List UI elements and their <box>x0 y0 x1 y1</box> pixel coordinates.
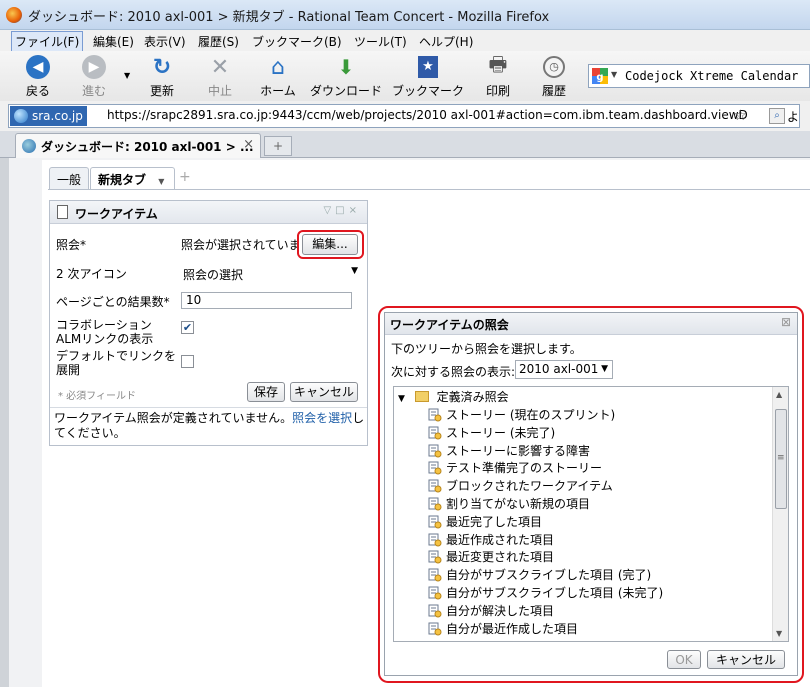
close-tab-icon[interactable]: × <box>243 137 254 152</box>
home-button[interactable]: ⌂ ホーム <box>256 54 300 99</box>
download-icon: ⬇ <box>337 55 355 79</box>
alm-links-checkbox[interactable]: ✔ <box>181 321 194 334</box>
stop-icon: ✕ <box>210 54 230 80</box>
stop-button[interactable]: ✕ 中止 <box>204 54 236 99</box>
cancel-button[interactable]: キャンセル <box>290 382 358 402</box>
highlight-ring-edit <box>297 230 364 259</box>
search-magnifier-icon[interactable]: ⌕ <box>769 108 785 124</box>
globe-icon <box>14 109 28 123</box>
tabs-divider <box>48 189 810 190</box>
svg-text:g: g <box>596 72 603 83</box>
chevron-down-icon: ▼ <box>351 266 358 276</box>
site-identity-button[interactable]: sra.co.jp <box>10 106 87 126</box>
url-input[interactable]: https://srapc2891.sra.co.jp:9443/ccm/web… <box>107 108 748 122</box>
reload-icon: ↻ <box>152 54 172 80</box>
add-tab-icon[interactable]: + <box>179 169 191 185</box>
menu-tools[interactable]: ツール(T) <box>351 32 410 51</box>
search-engine-box[interactable]: g ▼ Codejock Xtreme Calendar <box>588 64 810 88</box>
clipboard-icon <box>57 205 68 219</box>
window-title: ダッシュボード: 2010 axl-001 > 新規タブ - Rational … <box>28 10 550 25</box>
alm-links-label: コラボレーション ALMリンクの表示 <box>56 318 154 346</box>
google-icon: g <box>592 68 608 84</box>
tab-new-tab[interactable]: 新規タブ ▼ <box>90 167 175 189</box>
reload-button[interactable]: ↻ 更新 <box>146 54 178 99</box>
required-note: * 必須フィールド <box>58 391 136 402</box>
home-icon: ⌂ <box>271 54 285 80</box>
widget-divider <box>50 407 367 408</box>
address-bar[interactable]: sra.co.jp https://srapc2891.sra.co.jp:94… <box>8 104 800 128</box>
expand-links-label: デフォルトでリンクを展開 <box>56 349 177 377</box>
menu-edit[interactable]: 編集(E) <box>90 32 137 51</box>
tab-favicon-icon <box>22 139 36 153</box>
results-per-page-label: ページごとの結果数* <box>56 295 170 309</box>
menu-view[interactable]: 表示(V) <box>141 32 189 51</box>
secondary-icon-select[interactable]: 照会の選択 ▼ <box>178 264 362 284</box>
forward-dropdown-icon[interactable]: ▼ <box>124 71 130 80</box>
widget-title: ワークアイテム <box>75 207 158 221</box>
query-field: 照会が選択されていま <box>178 234 298 254</box>
tab-general[interactable]: 一般 <box>49 167 90 189</box>
bookmark-star-icon: ★ <box>418 56 438 78</box>
highlight-ring-dialog <box>378 306 804 683</box>
back-arrow-icon: ◀ <box>26 55 50 79</box>
widget-header: ワークアイテム ▽□× <box>50 201 367 224</box>
save-button[interactable]: 保存 <box>247 382 285 402</box>
clock-icon: ◷ <box>543 56 565 78</box>
secondary-icon-label: 2 次アイコン <box>56 267 127 281</box>
query-label: 照会* <box>56 238 87 252</box>
print-button[interactable]: 🖶 印刷 <box>482 52 514 99</box>
bookmarks-button[interactable]: ★ ブックマーク <box>390 54 466 99</box>
menu-history[interactable]: 履歴(S) <box>195 32 242 51</box>
forward-arrow-icon: ▶ <box>82 55 106 79</box>
empty-query-message: ワークアイテム照会が定義されていません。照会を選択してください。 <box>54 411 365 440</box>
search-input[interactable]: Codejock Xtreme Calendar <box>625 69 798 83</box>
search-engine-dropdown-icon[interactable]: ▼ <box>611 70 617 79</box>
tab-menu-icon[interactable]: ▼ <box>158 177 164 186</box>
menu-file[interactable]: ファイル(F) <box>11 31 84 52</box>
window-titlebar: ダッシュボード: 2010 axl-001 > 新規タブ - Rational … <box>0 0 810 30</box>
bookmark-star-outline-icon[interactable]: ☆ <box>734 106 747 124</box>
tab-new-tab-label: 新規タブ <box>98 173 147 187</box>
browser-tab-label: ダッシュボード: 2010 axl-001 > ... <box>41 140 254 154</box>
results-per-page-input[interactable]: 10 <box>181 292 352 309</box>
printer-icon: 🖶 <box>488 52 508 76</box>
menu-help[interactable]: ヘルプ(H) <box>416 32 476 51</box>
expand-links-checkbox[interactable] <box>181 355 194 368</box>
firefox-icon <box>6 7 22 23</box>
browser-tab-dashboard[interactable]: ダッシュボード: 2010 axl-001 > ... × <box>15 133 261 158</box>
back-button[interactable]: ◀ 戻る <box>22 54 54 99</box>
history-button[interactable]: ◷ 履歴 <box>538 54 570 99</box>
select-query-link[interactable]: 照会を選択 <box>292 411 352 425</box>
overflow-text: よ <box>786 110 799 124</box>
downloads-button[interactable]: ⬇ ダウンロード <box>308 54 384 99</box>
new-tab-button[interactable]: + <box>264 136 292 156</box>
widget-controls-icon[interactable]: ▽□× <box>323 205 361 216</box>
forward-button[interactable]: ▶ 進む <box>78 54 110 99</box>
menu-bar: ファイル(F) 編集(E) 表示(V) 履歴(S) ブックマーク(B) ツール(… <box>0 30 810 52</box>
work-items-widget: ワークアイテム ▽□× 照会* 照会が選択されていま 編集... 2 次アイコン… <box>49 200 368 446</box>
menu-bookmarks[interactable]: ブックマーク(B) <box>249 32 345 51</box>
